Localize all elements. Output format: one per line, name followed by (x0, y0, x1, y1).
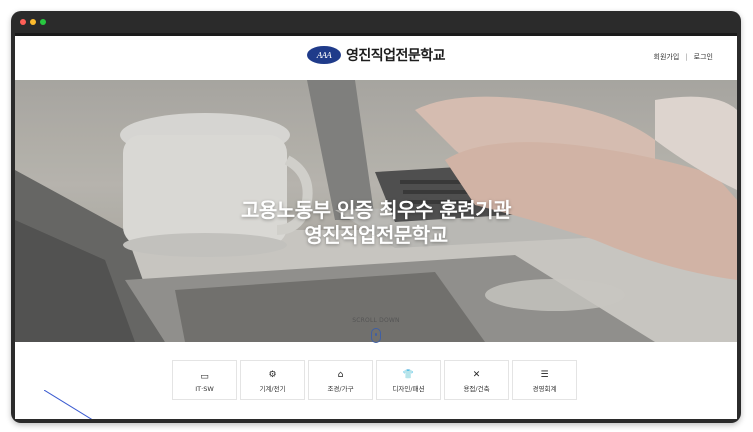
list-icon: ☰ (540, 370, 549, 380)
maximize-dot[interactable] (40, 19, 46, 25)
login-link[interactable]: 로그인 (694, 52, 713, 62)
category-card-it-sw[interactable]: ▭ IT·SW (172, 360, 237, 400)
hero-banner: 고용노동부 인증 최우수 훈련기관 영진직업전문학교 (15, 80, 737, 342)
util-separator: | (685, 53, 688, 61)
mouse-scroll-icon (371, 328, 381, 343)
site-logo[interactable]: AAA 영진직업전문학교 (307, 45, 446, 65)
minimize-dot[interactable] (30, 19, 36, 25)
window-controls (20, 19, 46, 25)
hero-title-line2: 영진직업전문학교 (304, 223, 448, 247)
tools-icon: ✕ (472, 370, 481, 380)
category-card-landscape-furniture[interactable]: ⌂ 조경/가구 (308, 360, 373, 400)
category-list: ▭ IT·SW ⚙ 기계/전기 ⌂ 조경/가구 👕 디자인/패션 ✕ 용접/건축… (172, 360, 577, 400)
house-icon: ⌂ (337, 370, 344, 380)
hero-title: 고용노동부 인증 최우수 훈련기관 영진직업전문학교 (15, 198, 737, 248)
hero-title-line1: 고용노동부 인증 최우수 훈련기관 (241, 198, 512, 222)
gears-icon: ⚙ (268, 370, 277, 380)
category-card-machine-electric[interactable]: ⚙ 기계/전기 (240, 360, 305, 400)
util-nav: 회원가입 | 로그인 (654, 52, 713, 62)
category-label: IT·SW (195, 385, 214, 393)
site-header: AAA 영진직업전문학교 회원가입 | 로그인 (15, 36, 737, 80)
category-label: 기계/전기 (259, 385, 286, 393)
decorative-line (44, 390, 93, 419)
signup-link[interactable]: 회원가입 (654, 52, 680, 62)
logo-emblem-icon: AAA (307, 46, 341, 64)
close-dot[interactable] (20, 19, 26, 25)
category-label: 조경/가구 (327, 385, 354, 393)
category-card-design-fashion[interactable]: 👕 디자인/패션 (376, 360, 441, 400)
category-label: 디자인/패션 (392, 385, 425, 393)
browser-frame: AAA 영진직업전문학교 회원가입 | 로그인 고용노동부 인증 최우수 훈련기… (11, 11, 741, 423)
scroll-down-label: SCROLL DOWN (352, 317, 400, 324)
category-label: 경영회계 (532, 385, 557, 393)
category-label: 용접/건축 (463, 385, 490, 393)
monitor-icon: ▭ (200, 372, 209, 382)
shirt-icon: 👕 (402, 370, 415, 380)
category-card-business-accounting[interactable]: ☰ 경영회계 (512, 360, 577, 400)
scroll-down[interactable]: SCROLL DOWN (11, 317, 741, 343)
category-card-welding-construction[interactable]: ✕ 용접/건축 (444, 360, 509, 400)
logo-text: 영진직업전문학교 (346, 48, 446, 64)
